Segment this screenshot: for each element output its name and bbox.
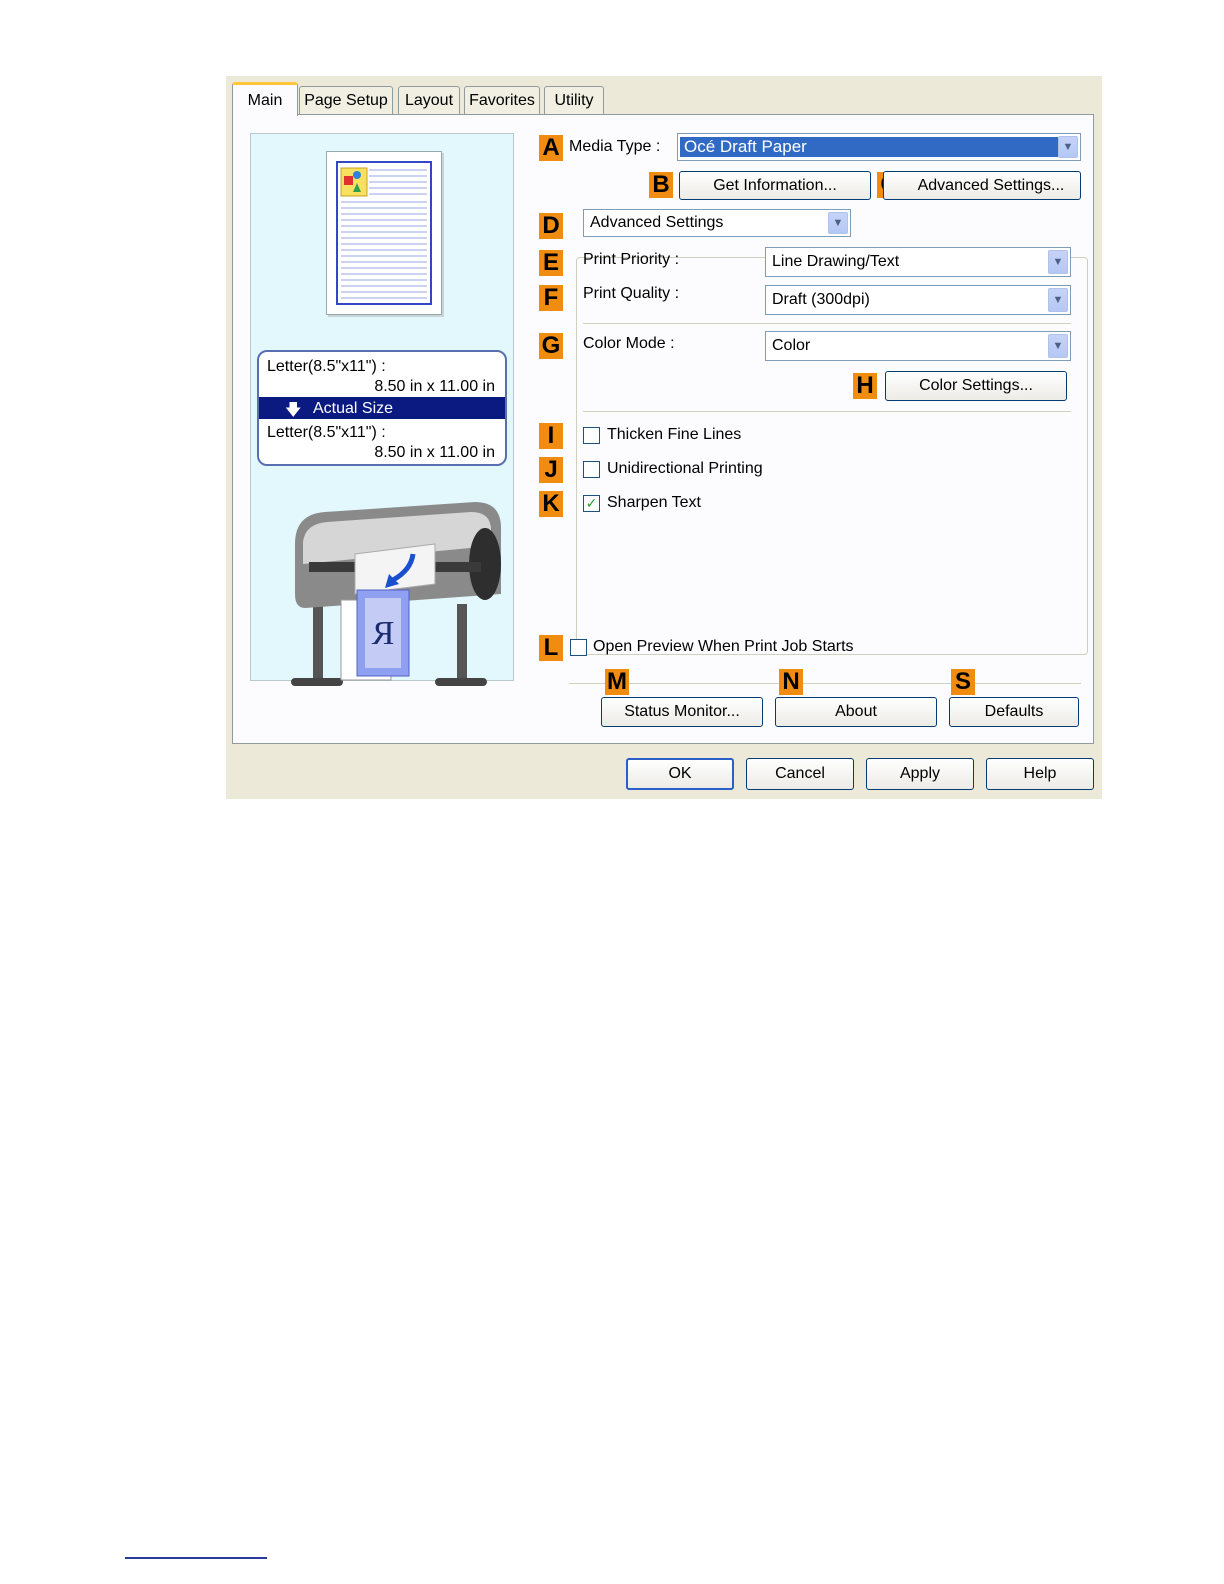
page-thumbnail [326, 151, 442, 315]
printer-glyph: R [371, 615, 394, 652]
tag-m: M [605, 668, 629, 695]
tag-h: H [853, 372, 877, 399]
color-mode-label: Color Mode : [583, 335, 675, 352]
get-information-button[interactable]: Get Information... [679, 171, 871, 200]
printer-illustration-icon: R [291, 502, 501, 686]
color-settings-button[interactable]: Color Settings... [885, 371, 1067, 401]
sharpen-text-label: Sharpen Text [607, 494, 701, 511]
divider [569, 683, 1081, 685]
tag-s: S [951, 668, 975, 695]
chevron-down-icon[interactable]: ▼ [828, 212, 848, 234]
unidirectional-printing-checkbox[interactable] [583, 461, 600, 478]
ok-button[interactable]: OK [626, 758, 734, 790]
chevron-down-icon[interactable]: ▼ [1058, 136, 1078, 158]
down-arrow-icon: 🡇 [285, 402, 302, 419]
tag-f: F [539, 284, 563, 311]
scaling-bar: 🡇 Actual Size [259, 397, 505, 419]
divider [583, 323, 1071, 325]
checkmark-icon: ✓ [585, 495, 598, 511]
print-priority-label: Print Priority : [583, 251, 680, 268]
tag-n: N [779, 668, 803, 695]
chevron-down-icon[interactable]: ▼ [1048, 334, 1068, 358]
chevron-down-icon[interactable]: ▼ [1048, 250, 1068, 274]
apply-button[interactable]: Apply [866, 758, 974, 790]
scaling-label: Actual Size [313, 400, 394, 417]
cancel-button[interactable]: Cancel [746, 758, 854, 790]
print-quality-select[interactable]: Draft (300dpi) ▼ [765, 285, 1071, 315]
output-paper-dimensions: 8.50 in x 11.00 in [374, 444, 495, 461]
media-type-value: Océ Draft Paper [680, 137, 1058, 157]
thicken-fine-lines-label: Thicken Fine Lines [607, 426, 742, 443]
media-type-select[interactable]: Océ Draft Paper ▼ [677, 133, 1081, 161]
tab-layout[interactable]: Layout [398, 86, 460, 114]
print-quality-value: Draft (300dpi) [772, 291, 870, 308]
sharpen-text-checkbox[interactable]: ✓ [583, 495, 600, 512]
tab-utility[interactable]: Utility [544, 86, 604, 114]
tag-b: B [649, 171, 673, 198]
print-priority-value: Line Drawing/Text [772, 253, 900, 270]
tag-g: G [539, 332, 563, 359]
status-monitor-button[interactable]: Status Monitor... [601, 697, 763, 727]
tab-page-setup[interactable]: Page Setup [299, 86, 393, 114]
tag-e: E [539, 249, 563, 276]
tag-d: D [539, 212, 563, 239]
tag-j: J [539, 456, 563, 483]
tag-l: L [539, 634, 563, 661]
print-preview-area: Letter(8.5"x11") : 8.50 in x 11.00 in 🡇 … [250, 133, 514, 686]
printer-properties-dialog: Main Page Setup Layout Favorites Utility [226, 76, 1102, 799]
tab-favorites[interactable]: Favorites [464, 86, 540, 114]
tab-main[interactable]: Main [232, 82, 298, 116]
print-quality-label: Print Quality : [583, 285, 680, 302]
footer-rule [125, 1557, 267, 1559]
open-preview-checkbox[interactable] [570, 639, 587, 656]
page-thumbnail-icon [336, 161, 432, 305]
color-mode-value: Color [772, 337, 811, 354]
settings-mode-value: Advanced Settings [590, 214, 724, 231]
paper-size-info: Letter(8.5"x11") : 8.50 in x 11.00 in 🡇 … [257, 350, 507, 466]
advanced-settings-button[interactable]: Advanced Settings... [883, 171, 1081, 200]
unidirectional-printing-label: Unidirectional Printing [607, 460, 763, 477]
about-button[interactable]: About [775, 697, 937, 727]
settings-mode-select[interactable]: Advanced Settings ▼ [583, 209, 851, 237]
print-priority-select[interactable]: Line Drawing/Text ▼ [765, 247, 1071, 277]
main-tab-panel: Letter(8.5"x11") : 8.50 in x 11.00 in 🡇 … [232, 114, 1094, 744]
tag-k: K [539, 490, 563, 517]
divider [583, 411, 1071, 413]
tag-i: I [539, 422, 563, 449]
input-paper-size: Letter(8.5"x11") : [267, 358, 386, 375]
advanced-settings-group [576, 257, 1088, 655]
chevron-down-icon[interactable]: ▼ [1048, 288, 1068, 312]
output-paper-size: Letter(8.5"x11") : [267, 424, 386, 441]
tag-a: A [539, 134, 563, 161]
help-button[interactable]: Help [986, 758, 1094, 790]
color-mode-select[interactable]: Color ▼ [765, 331, 1071, 361]
media-type-label: Media Type : [569, 138, 661, 155]
input-paper-dimensions: 8.50 in x 11.00 in [374, 378, 495, 395]
open-preview-label: Open Preview When Print Job Starts [593, 638, 854, 655]
thicken-fine-lines-checkbox[interactable] [583, 427, 600, 444]
defaults-button[interactable]: Defaults [949, 697, 1079, 727]
